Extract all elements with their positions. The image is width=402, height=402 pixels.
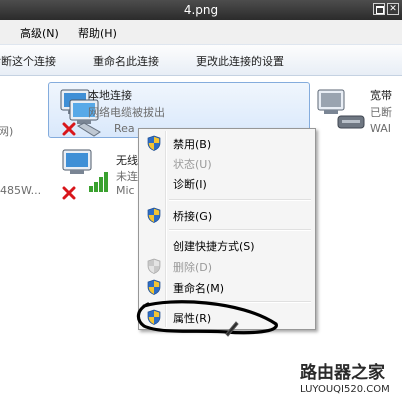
wireless-connection-status: 未连 xyxy=(116,170,138,183)
menu-item-disable[interactable]: 禁用(B) xyxy=(141,133,313,153)
menu-item-bridge[interactable]: 桥接(G) xyxy=(141,205,313,225)
local-connection-status: 网络电缆被拔出 xyxy=(88,106,165,119)
menu-item-bridge-label: 桥接(G) xyxy=(173,210,213,223)
rename-connection-button[interactable]: 重命名此连接 xyxy=(93,53,159,69)
menu-item-diagnose[interactable]: 诊断(I) xyxy=(141,173,313,193)
uac-shield-icon xyxy=(147,207,161,223)
menu-separator xyxy=(169,229,311,231)
error-x-icon xyxy=(62,122,76,136)
menu-bar: 高级(N) 帮助(H) xyxy=(0,20,402,44)
broadband-connection-name: 宽带 xyxy=(370,89,392,102)
menu-item-delete-label: 删除(D) xyxy=(173,261,213,274)
diagnose-connection-button[interactable]: 诊断这个连接 xyxy=(0,53,56,69)
broadband-modem-icon xyxy=(317,89,365,129)
close-button[interactable]: ✕ xyxy=(387,3,399,15)
menu-advanced[interactable]: 高级(N) xyxy=(20,25,59,41)
annotation-circle-mark xyxy=(136,300,278,335)
menu-item-create-shortcut[interactable]: 创建快捷方式(S) xyxy=(141,235,313,255)
watermark-url: LUYOUQI520.COM xyxy=(300,384,390,395)
broadband-connection-status: 已断 xyxy=(370,106,392,119)
wireless-connection-device: Mic xyxy=(116,184,135,197)
menu-item-diagnose-label: 诊断(I) xyxy=(173,178,207,191)
local-connection-device: Rea xyxy=(114,122,135,135)
menu-help[interactable]: 帮助(H) xyxy=(78,25,117,41)
menu-item-create-shortcut-label: 创建快捷方式(S) xyxy=(173,240,255,253)
menu-separator xyxy=(169,199,311,201)
left-connection-device: 485W... xyxy=(0,184,42,197)
broadband-connection-device: WAI xyxy=(370,122,392,135)
toolbar: 诊断这个连接 重命名此连接 更改此连接的设置 xyxy=(0,44,402,76)
uac-shield-icon-disabled xyxy=(147,258,161,274)
menu-item-disable-label: 禁用(B) xyxy=(173,138,212,151)
mouse-cursor-icon xyxy=(225,321,239,337)
change-connection-settings-button[interactable]: 更改此连接的设置 xyxy=(196,53,284,69)
network-connections-window: 4.png ✕ 高级(N) 帮助(H) 诊断这个连接 重命名此连接 更改此连接的… xyxy=(0,0,402,402)
maximize-button[interactable] xyxy=(373,3,385,15)
watermark-logo-text: 路由器之家 xyxy=(300,363,385,383)
wireless-error-x-icon xyxy=(62,186,76,200)
menu-item-rename-label: 重命名(M) xyxy=(173,282,225,295)
window-title: 4.png xyxy=(183,3,219,17)
title-bar: 4.png ✕ xyxy=(0,0,402,20)
wireless-connection-name: 无线 xyxy=(116,154,138,167)
menu-item-rename[interactable]: 重命名(M) xyxy=(141,277,313,297)
left-connection-status: 网) xyxy=(0,125,14,138)
uac-shield-icon xyxy=(147,135,161,151)
uac-shield-icon xyxy=(147,279,161,295)
local-connection-name: 本地连接 xyxy=(88,89,132,102)
menu-item-delete: 删除(D) xyxy=(141,256,313,276)
menu-item-status: 状态(U) xyxy=(141,153,313,173)
menu-item-status-label: 状态(U) xyxy=(173,158,212,171)
